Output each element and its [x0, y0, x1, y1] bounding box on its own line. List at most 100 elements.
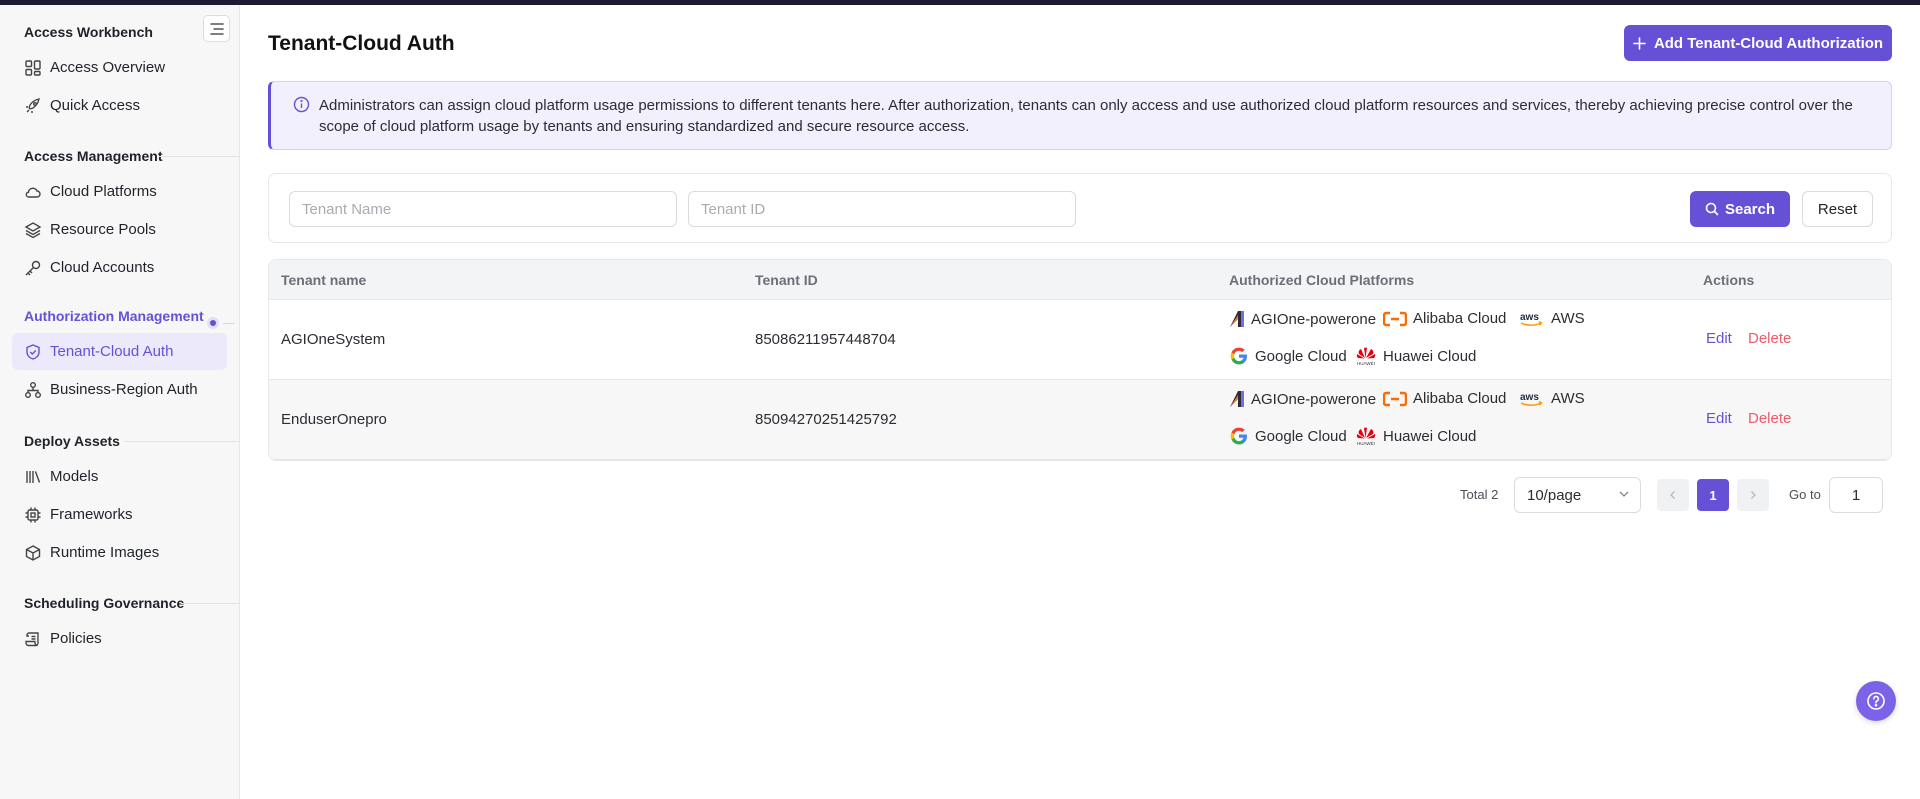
sidebar-item-policies[interactable]: Policies — [12, 620, 227, 657]
tenant-auth-table: Tenant name Tenant ID Authorized Cloud P… — [268, 259, 1892, 461]
platform-tag: Alibaba Cloud — [1383, 310, 1506, 327]
sidebar-item-label: Resource Pools — [50, 221, 156, 238]
platform-tag: aws AWS — [1519, 310, 1585, 327]
section-divider — [223, 323, 235, 324]
next-page-button[interactable] — [1737, 479, 1769, 511]
sidebar-item-tenant-cloud-auth[interactable]: Tenant-Cloud Auth — [12, 333, 227, 370]
platform-label: AWS — [1551, 310, 1585, 327]
platform-tag: Alibaba Cloud — [1383, 390, 1506, 407]
sidebar-item-runtime-images[interactable]: Runtime Images — [12, 534, 227, 571]
google-cloud-logo-icon — [1230, 427, 1247, 445]
box-icon — [25, 544, 41, 561]
page-button-current[interactable]: 1 — [1697, 479, 1729, 511]
platform-tag: AGIOne-powerone — [1229, 310, 1376, 328]
sidebar-item-label: Cloud Platforms — [50, 183, 157, 200]
sidebar-item-business-region-auth[interactable]: Business-Region Auth — [12, 371, 227, 408]
platform-tag: Google Cloud — [1229, 346, 1347, 366]
collapse-sidebar-button[interactable] — [203, 15, 230, 42]
search-button[interactable]: Search — [1690, 191, 1790, 227]
sidebar-item-resource-pools[interactable]: Resource Pools — [12, 211, 227, 248]
goto-label: Go to — [1789, 487, 1821, 502]
platform-label: AGIOne-powerone — [1251, 390, 1377, 408]
help-button[interactable] — [1856, 681, 1896, 721]
tenant-name-input[interactable] — [289, 191, 677, 227]
section-title-text: Deploy Assets — [24, 433, 120, 449]
info-icon — [293, 96, 310, 113]
sidebar-item-cloud-platforms[interactable]: Cloud Platforms — [12, 173, 227, 210]
sidebar-item-frameworks[interactable]: Frameworks — [12, 496, 227, 533]
sidebar: Access Workbench Access Overview Quick A… — [0, 5, 240, 799]
key-icon — [25, 260, 41, 275]
platform-tag: Google Cloud — [1229, 426, 1347, 446]
page-size-select[interactable]: 10/page — [1514, 477, 1641, 513]
platform-tag: aws AWS — [1519, 390, 1585, 407]
chevron-right-icon — [1751, 491, 1756, 499]
sidebar-item-label: Frameworks — [50, 506, 133, 523]
page-size-value: 10/page — [1527, 487, 1582, 504]
aws-logo-icon: aws — [1520, 392, 1543, 406]
section-divider — [159, 156, 239, 157]
section-title-text: Scheduling Governance — [24, 595, 185, 611]
plus-icon — [1633, 36, 1646, 50]
sidebar-item-label: Business-Region Auth — [50, 381, 198, 398]
search-button-label: Search — [1724, 200, 1776, 218]
goto-page-input[interactable]: 1 — [1829, 477, 1883, 513]
column-header-authorized-platforms: Authorized Cloud Platforms — [1229, 272, 1415, 288]
shield-check-icon — [26, 343, 40, 360]
svg-text:aws: aws — [1520, 392, 1539, 403]
chip-icon — [25, 507, 41, 522]
platform-label: Alibaba Cloud — [1413, 390, 1507, 407]
page-title: Tenant-Cloud Auth — [268, 32, 455, 55]
tenant-id-cell: 85094270251425792 — [755, 411, 897, 428]
hierarchy-icon — [25, 381, 41, 398]
chevron-left-icon — [1670, 491, 1675, 499]
aws-logo-icon: aws — [1520, 312, 1543, 326]
section-divider — [124, 441, 239, 442]
svg-text:HUAWEI: HUAWEI — [1357, 361, 1375, 366]
sidebar-item-models[interactable]: Models — [12, 458, 227, 495]
platform-label: AGIOne-powerone — [1251, 310, 1377, 328]
section-title-scheduling-governance: Scheduling Governance — [24, 595, 239, 611]
grid-icon — [25, 59, 41, 76]
alibaba-cloud-logo-icon — [1383, 391, 1407, 406]
section-title-authorization-management: Authorization Management — [24, 308, 204, 324]
agione-logo-icon — [1230, 311, 1244, 327]
tenant-name-cell: AGIOneSystem — [281, 331, 386, 348]
sidebar-item-cloud-accounts[interactable]: Cloud Accounts — [12, 249, 227, 286]
search-icon — [1705, 202, 1719, 216]
section-title-access-workbench: Access Workbench — [24, 24, 153, 40]
cloud-icon — [25, 187, 41, 198]
prev-page-button[interactable] — [1657, 479, 1689, 511]
rocket-icon — [26, 97, 40, 113]
active-section-indicator — [207, 317, 219, 329]
sidebar-item-label: Runtime Images — [50, 544, 160, 561]
library-icon — [26, 470, 41, 483]
edit-link[interactable]: Edit — [1706, 330, 1732, 347]
total-count: Total 2 — [1460, 487, 1499, 502]
delete-link[interactable]: Delete — [1748, 410, 1791, 427]
sidebar-item-access-overview[interactable]: Access Overview — [12, 49, 227, 86]
filter-panel: Search Reset — [268, 173, 1892, 243]
help-icon — [1867, 692, 1885, 710]
info-text: Administrators can assign cloud platform… — [319, 97, 1853, 135]
svg-text:HUAWEI: HUAWEI — [1357, 441, 1375, 446]
sidebar-item-label: Models — [50, 468, 99, 485]
platform-label: Google Cloud — [1255, 427, 1347, 445]
delete-link[interactable]: Delete — [1748, 330, 1791, 347]
add-button-label: Add Tenant-Cloud Authorization — [1653, 34, 1884, 52]
add-tenant-cloud-authorization-button[interactable]: Add Tenant-Cloud Authorization — [1624, 25, 1892, 61]
huawei-cloud-logo-icon: HUAWEI — [1356, 427, 1376, 446]
reset-button[interactable]: Reset — [1802, 191, 1873, 227]
section-title-deploy-assets: Deploy Assets — [24, 433, 239, 449]
sidebar-item-label: Quick Access — [50, 97, 141, 114]
section-divider — [181, 603, 239, 604]
table-header: Tenant name Tenant ID Authorized Cloud P… — [269, 260, 1891, 300]
sidebar-item-label: Policies — [50, 630, 102, 647]
sidebar-item-quick-access[interactable]: Quick Access — [12, 87, 227, 124]
platform-label: AWS — [1551, 390, 1585, 407]
tenant-id-input[interactable] — [688, 191, 1076, 227]
edit-link[interactable]: Edit — [1706, 410, 1732, 427]
platform-tag: AGIOne-powerone — [1229, 390, 1376, 408]
platform-label: Huawei Cloud — [1383, 427, 1477, 445]
platform-label: Huawei Cloud — [1383, 347, 1477, 365]
